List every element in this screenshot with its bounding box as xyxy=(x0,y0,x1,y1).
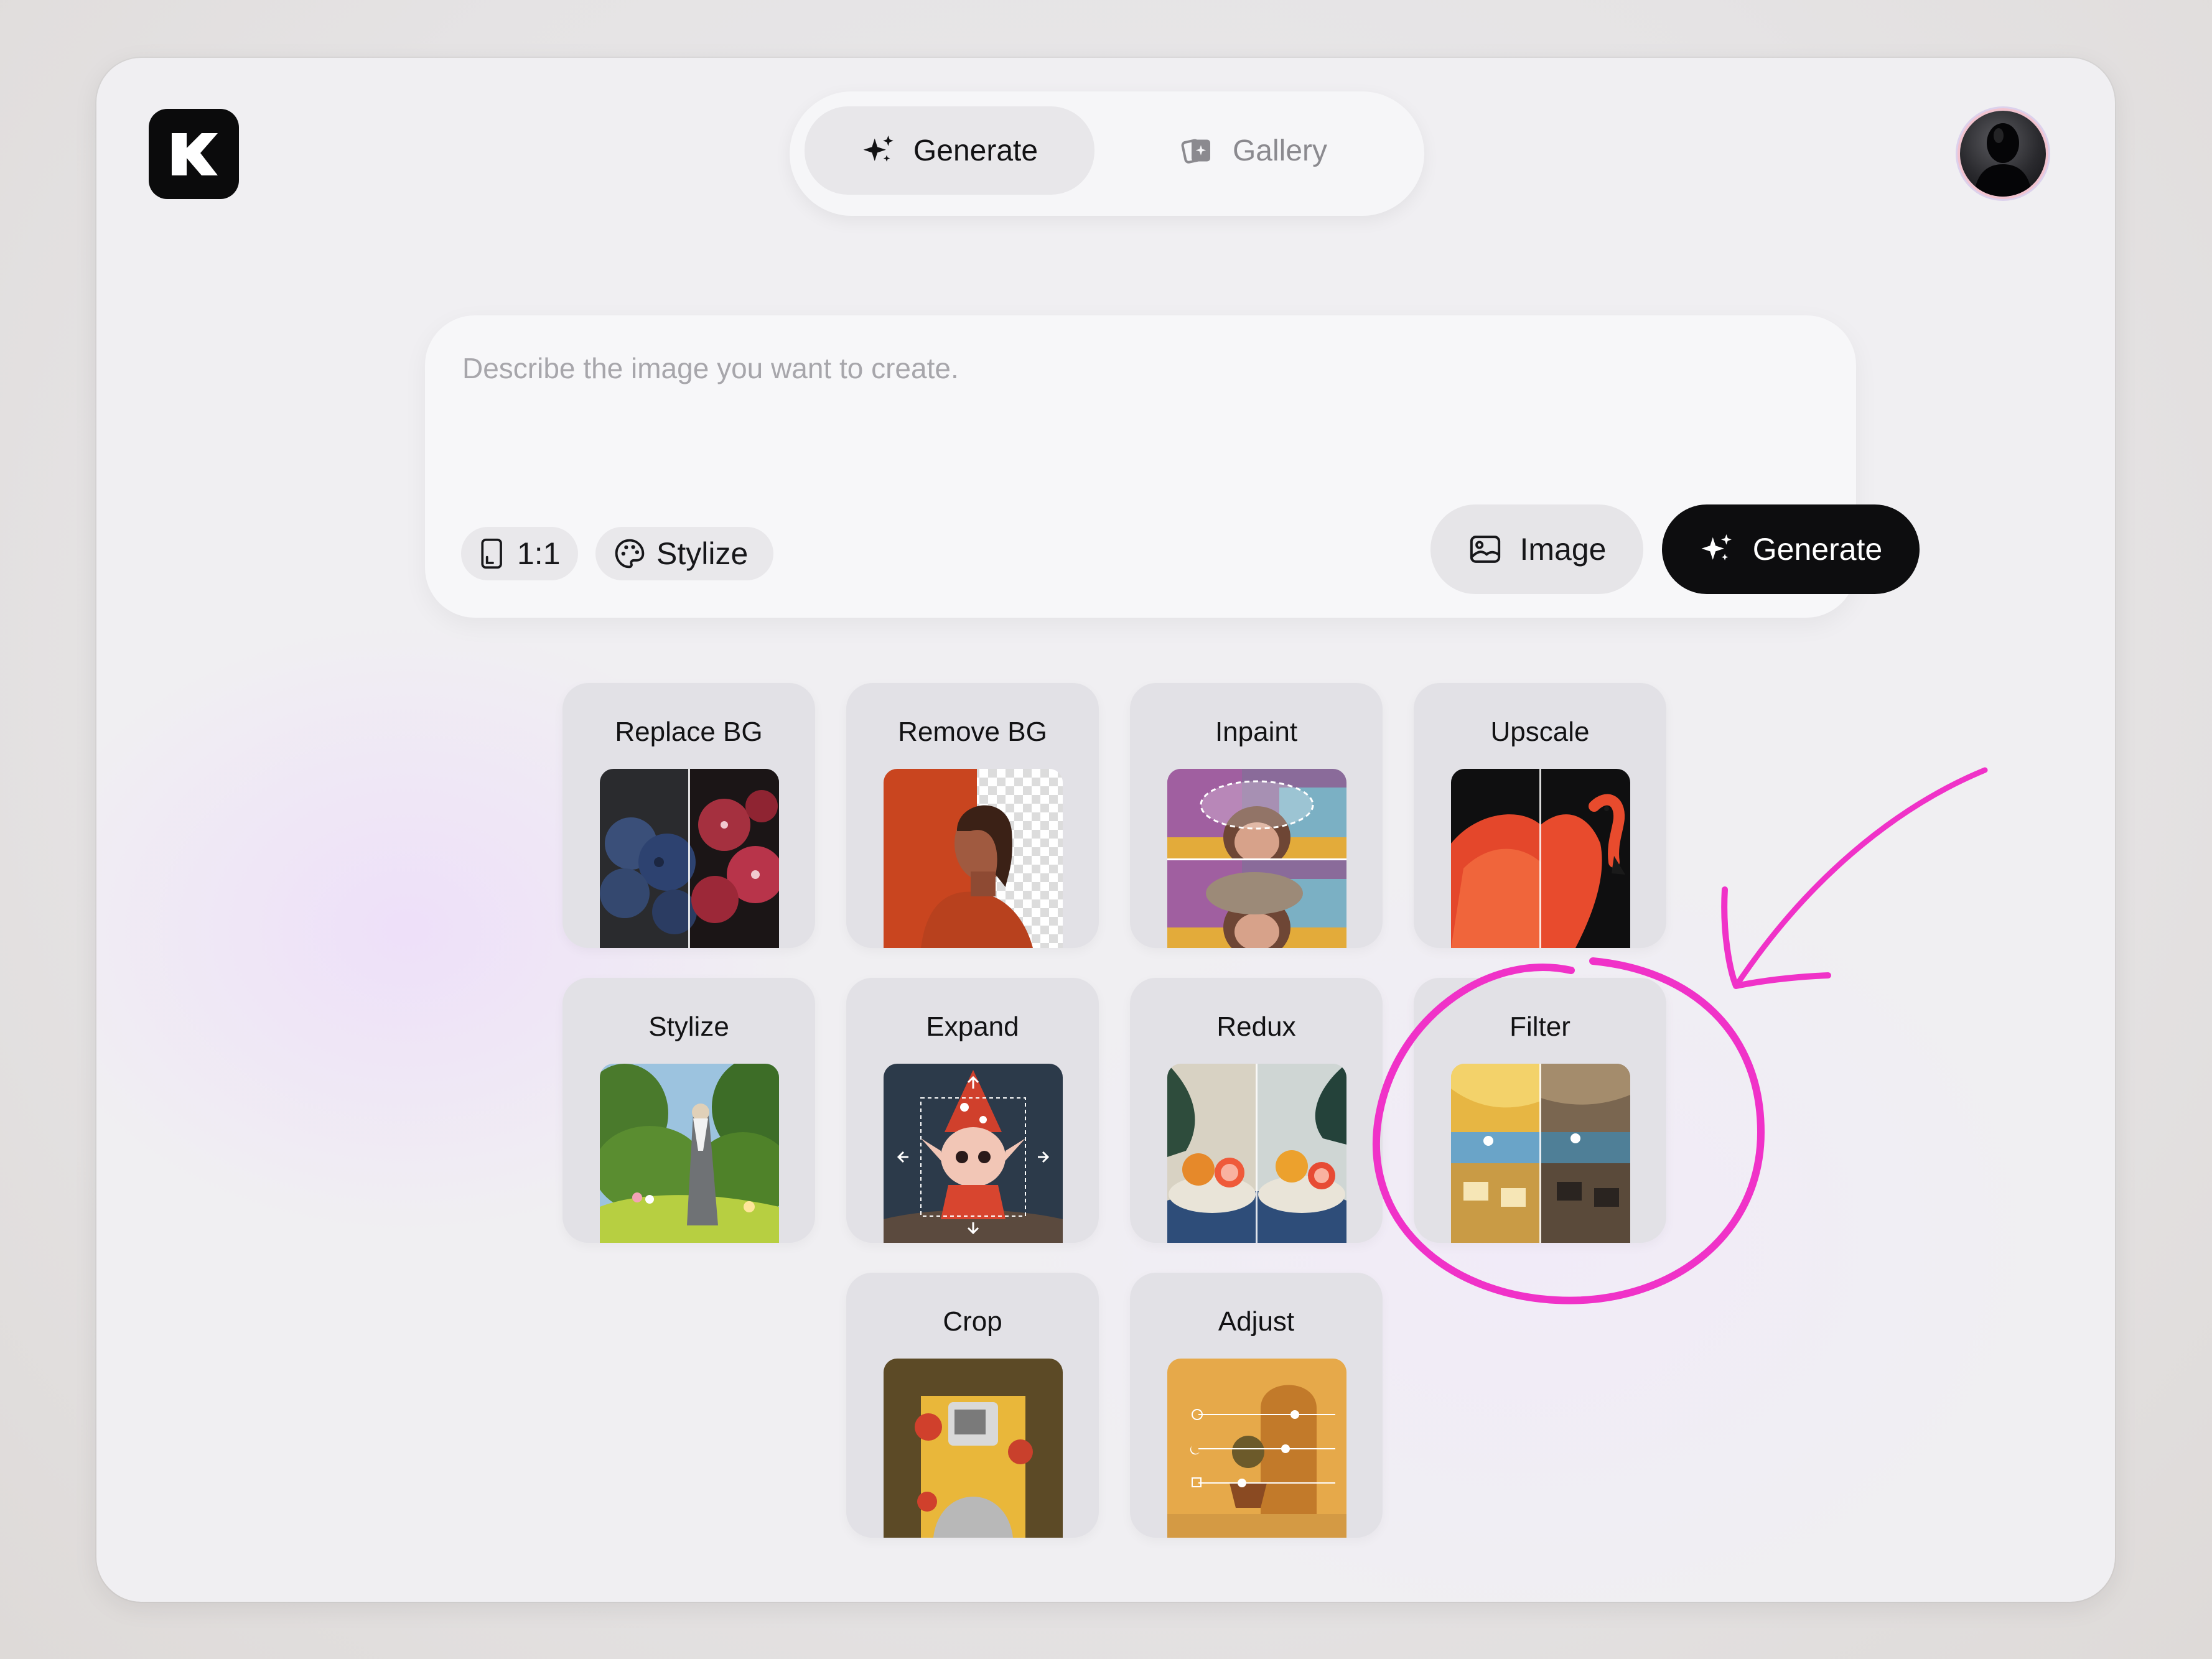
tool-label: Redux xyxy=(1216,1011,1296,1042)
tool-label: Adjust xyxy=(1218,1306,1295,1337)
stylize-button[interactable]: Stylize xyxy=(595,527,773,580)
gallery-icon xyxy=(1181,139,1210,164)
aspect-ratio-icon xyxy=(481,538,502,569)
tool-thumbnail xyxy=(1167,1064,1346,1243)
gnome-figure-image xyxy=(884,1064,1063,1243)
avatar-silhouette-icon xyxy=(1974,123,2032,197)
palette-icon xyxy=(615,539,645,569)
tool-adjust[interactable]: Adjust xyxy=(1130,1273,1383,1538)
tool-stylize[interactable]: Stylize xyxy=(562,978,815,1243)
logo-k-icon xyxy=(171,132,218,175)
tool-expand[interactable]: Expand xyxy=(846,978,1099,1243)
portrait-woman-image xyxy=(884,769,1063,948)
tool-thumbnail xyxy=(884,1064,1063,1243)
tool-crop[interactable]: Crop xyxy=(846,1273,1099,1538)
sparkle-icon xyxy=(1701,534,1732,560)
tool-remove-bg[interactable]: Remove BG xyxy=(846,683,1099,948)
top-nav: Generate Gallery xyxy=(790,91,1424,216)
tool-thumbnail xyxy=(1167,1359,1346,1538)
tab-gallery[interactable]: Gallery xyxy=(1138,106,1368,195)
tool-thumbnail xyxy=(1451,769,1630,948)
prompt-input[interactable] xyxy=(461,350,1808,446)
tool-inpaint[interactable]: Inpaint xyxy=(1130,683,1383,948)
tab-generate-label: Generate xyxy=(913,134,1038,167)
tool-redux[interactable]: Redux xyxy=(1130,978,1383,1243)
tool-thumbnail xyxy=(1167,769,1346,948)
app-window: Generate Gallery 1:1 xyxy=(96,58,2115,1602)
app-logo[interactable] xyxy=(149,109,239,199)
prompt-card: 1:1 Stylize Image xyxy=(425,315,1920,618)
tool-label: Replace BG xyxy=(615,717,763,747)
image-button-label: Image xyxy=(1519,532,1607,567)
generate-button-label: Generate xyxy=(1752,532,1883,567)
tool-label: Upscale xyxy=(1490,717,1590,747)
sparkle-icon xyxy=(863,135,894,162)
aspect-ratio-label: 1:1 xyxy=(517,536,561,571)
tool-thumbnail xyxy=(884,769,1063,948)
user-avatar[interactable] xyxy=(1960,111,2046,197)
tool-thumbnail xyxy=(884,1359,1063,1538)
tab-generate[interactable]: Generate xyxy=(805,106,1094,195)
inpaint-hat-image xyxy=(1167,769,1346,948)
tool-thumbnail xyxy=(600,1064,779,1243)
tool-thumbnail xyxy=(1451,1064,1630,1243)
tool-label: Remove BG xyxy=(898,717,1047,747)
adjust-room-image xyxy=(1167,1359,1346,1538)
tab-gallery-label: Gallery xyxy=(1232,134,1328,167)
tool-label: Inpaint xyxy=(1215,717,1298,747)
aspect-ratio-button[interactable]: 1:1 xyxy=(461,527,578,580)
tool-filter[interactable]: Filter xyxy=(1414,978,1666,1243)
wizard-forest-image xyxy=(600,1064,779,1243)
image-upload-button[interactable]: Image xyxy=(1430,504,1643,594)
tool-thumbnail xyxy=(600,769,779,948)
tool-label: Expand xyxy=(926,1011,1019,1042)
tool-label: Filter xyxy=(1510,1011,1570,1042)
tool-replace-bg[interactable]: Replace BG xyxy=(562,683,815,948)
generate-button[interactable]: Generate xyxy=(1662,504,1920,594)
tool-label: Stylize xyxy=(648,1011,729,1042)
image-icon xyxy=(1470,536,1500,563)
tool-label: Crop xyxy=(943,1306,1002,1337)
stylize-label: Stylize xyxy=(656,536,749,571)
tool-upscale[interactable]: Upscale xyxy=(1414,683,1666,948)
tv-head-figure-image xyxy=(884,1359,1063,1538)
